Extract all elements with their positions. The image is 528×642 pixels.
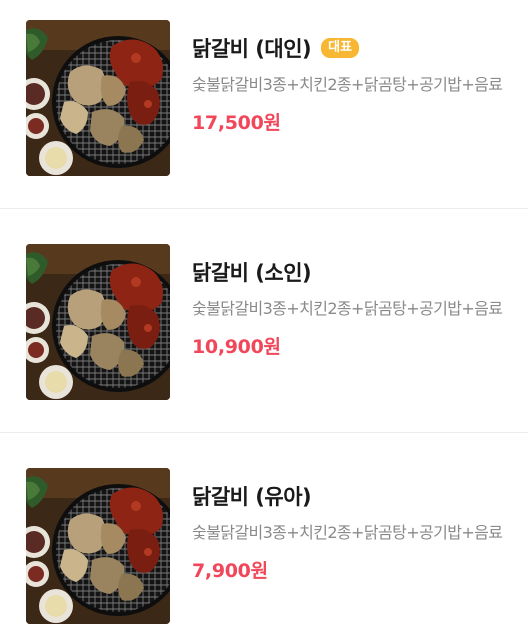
menu-item-image [26,468,170,624]
menu-item-chicken-galbi-large[interactable]: 닭갈비 (대인) 대표 숯불닭갈비3종+치킨2종+닭곰탕+공기밥+음료 17,5… [0,0,528,208]
menu-item-price: 10,900원 [192,336,281,358]
menu-item-info: 닭갈비 (유아) 숯불닭갈비3종+치킨2종+닭곰탕+공기밥+음료 7,900원 [192,468,508,642]
menu-item-info: 닭갈비 (대인) 대표 숯불닭갈비3종+치킨2종+닭곰탕+공기밥+음료 17,5… [192,20,508,208]
menu-item-image [26,20,170,176]
menu-item-price: 17,500원 [192,112,281,134]
menu-item-image [26,244,170,400]
grilled-chicken-dish-icon [26,20,170,176]
grilled-chicken-dish-icon [26,244,170,400]
signature-badge: 대표 [321,38,360,58]
menu-item-name: 닭갈비 (유아) [192,485,312,509]
menu-item-title-row: 닭갈비 (소인) [192,257,508,287]
menu-list: 닭갈비 (대인) 대표 숯불닭갈비3종+치킨2종+닭곰탕+공기밥+음료 17,5… [0,0,528,642]
menu-item-description: 숯불닭갈비3종+치킨2종+닭곰탕+공기밥+음료 [192,75,503,94]
menu-item-name: 닭갈비 (소인) [192,261,312,285]
menu-item-title-row: 닭갈비 (유아) [192,481,508,511]
menu-item-price: 7,900원 [192,560,268,582]
menu-item-title-row: 닭갈비 (대인) 대표 [192,33,508,63]
menu-item-description: 숯불닭갈비3종+치킨2종+닭곰탕+공기밥+음료 [192,299,503,318]
grilled-chicken-dish-icon [26,468,170,624]
menu-item-chicken-galbi-small[interactable]: 닭갈비 (소인) 숯불닭갈비3종+치킨2종+닭곰탕+공기밥+음료 10,900원 [0,208,528,432]
menu-item-chicken-galbi-infant[interactable]: 닭갈비 (유아) 숯불닭갈비3종+치킨2종+닭곰탕+공기밥+음료 7,900원 [0,432,528,642]
menu-item-name: 닭갈비 (대인) [192,37,312,61]
menu-item-description: 숯불닭갈비3종+치킨2종+닭곰탕+공기밥+음료 [192,523,503,542]
menu-item-info: 닭갈비 (소인) 숯불닭갈비3종+치킨2종+닭곰탕+공기밥+음료 10,900원 [192,244,508,432]
